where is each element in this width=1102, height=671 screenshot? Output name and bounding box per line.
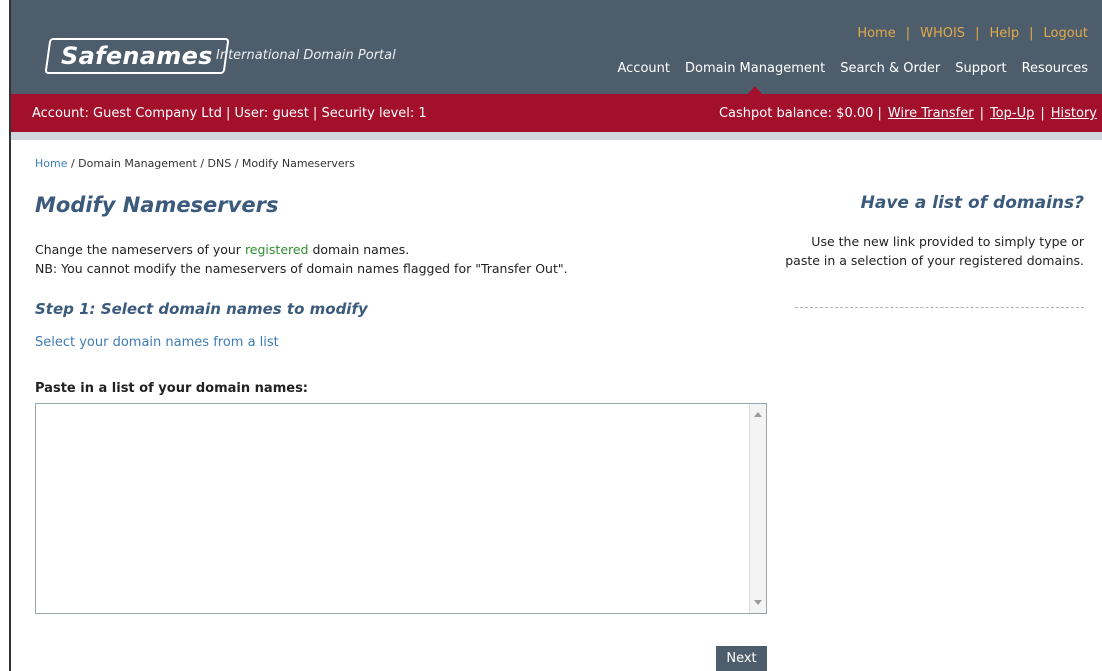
- nav-resources[interactable]: Resources: [1022, 61, 1088, 76]
- logo-tagline: International Domain Portal: [216, 48, 396, 63]
- breadcrumb: Home / Domain Management / DNS / Modify …: [35, 157, 355, 170]
- nav-domain-management-label: Domain Management: [684, 61, 826, 76]
- page-title: Modify Nameservers: [35, 193, 279, 217]
- logo[interactable]: Safenames: [44, 38, 230, 74]
- sidebar-text: Use the new link provided to simply type…: [785, 234, 1084, 268]
- intro-text: Change the nameservers of your registere…: [35, 242, 409, 257]
- site-header: Safenames International Domain Portal Ho…: [11, 0, 1102, 95]
- domain-list-textarea[interactable]: [36, 404, 750, 613]
- select-from-list-link[interactable]: Select your domain names from a list: [35, 335, 279, 350]
- intro-post: domain names.: [308, 242, 410, 257]
- top-link-whois[interactable]: WHOIS: [920, 26, 965, 41]
- step-title: Step 1: Select domain names to modify: [35, 300, 368, 318]
- cashpot-info: Cashpot balance: $0.00 | Wire Transfer |…: [719, 106, 1097, 121]
- nav-account[interactable]: Account: [617, 61, 670, 76]
- topup-link[interactable]: Top-Up: [990, 106, 1034, 121]
- top-links: Home | WHOIS | Help | Logout: [857, 26, 1088, 41]
- cashpot-balance: Cashpot balance: $0.00 |: [718, 106, 882, 121]
- main-nav: Account Domain Management Search & Order…: [617, 61, 1088, 95]
- top-link-logout[interactable]: Logout: [1043, 26, 1088, 41]
- separator: |: [1040, 106, 1045, 121]
- scroll-up-icon[interactable]: [754, 412, 762, 417]
- paste-label: Paste in a list of your domain names:: [35, 381, 308, 396]
- account-bar: Account: Guest Company Ltd | User: guest…: [11, 94, 1102, 132]
- scroll-down-icon[interactable]: [754, 600, 762, 605]
- separator: |: [975, 26, 980, 41]
- separator: |: [905, 26, 911, 41]
- next-button[interactable]: Next: [716, 646, 767, 671]
- domain-list-box: [35, 403, 767, 614]
- nav-search-order[interactable]: Search & Order: [840, 61, 940, 76]
- page: Safenames International Domain Portal Ho…: [0, 0, 1102, 671]
- intro-pre: Change the nameservers of your: [35, 242, 245, 257]
- intro-highlight: registered: [244, 242, 309, 257]
- account-info: Account: Guest Company Ltd | User: guest…: [32, 106, 427, 121]
- history-link[interactable]: History: [1051, 106, 1097, 121]
- breadcrumb-home[interactable]: Home: [35, 157, 67, 170]
- separator: |: [979, 106, 984, 121]
- top-link-home[interactable]: Home: [857, 26, 895, 41]
- nav-support[interactable]: Support: [955, 61, 1006, 76]
- logo-text: Safenames: [61, 42, 213, 70]
- nav-domain-management[interactable]: Domain Management: [684, 61, 826, 95]
- sidebar-divider: [795, 307, 1084, 308]
- breadcrumb-path: / Domain Management / DNS / Modify Names…: [67, 157, 355, 170]
- wire-transfer-link[interactable]: Wire Transfer: [888, 106, 974, 121]
- account-bar-underline: [11, 132, 1102, 140]
- textarea-scrollbar[interactable]: [749, 404, 766, 613]
- separator: |: [1029, 26, 1034, 41]
- top-link-help[interactable]: Help: [989, 26, 1019, 41]
- sidebar-title: Have a list of domains?: [860, 193, 1084, 213]
- intro-note: NB: You cannot modify the nameservers of…: [35, 261, 568, 276]
